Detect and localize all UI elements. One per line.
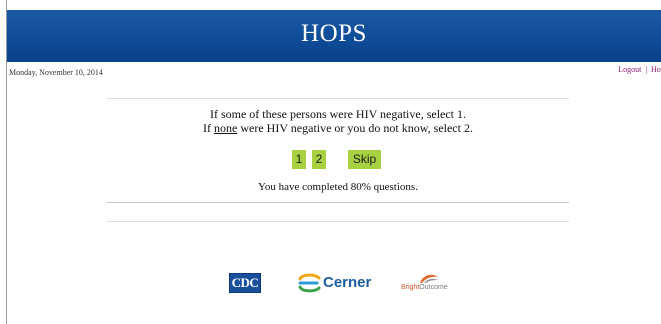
divider-bottom (107, 221, 569, 222)
app-header: HOPS (7, 10, 661, 62)
nav-separator: | (645, 65, 647, 74)
answer-options: 1 2 Skip (0, 150, 661, 169)
question-line-1: If some of these persons were HIV negati… (209, 107, 467, 121)
brightoutcome-leaf-icon (420, 274, 438, 283)
current-date: Monday, November 10, 2014 (9, 68, 103, 77)
brightoutcome-part-1: Bright (401, 284, 420, 291)
top-nav-links: Logout | Hom (618, 65, 661, 74)
home-link[interactable]: Hom (651, 65, 661, 74)
question-text: If some of these persons were HIV negati… (107, 107, 569, 135)
divider-top (107, 98, 569, 99)
question-line-2: If none were HIV negative or you do not … (107, 121, 569, 135)
skip-button[interactable]: Skip (348, 150, 381, 169)
cdc-logo: CDC (229, 273, 261, 293)
question-line-2-suffix: were HIV negative or you do not know, se… (237, 121, 473, 135)
brightoutcome-part-2: Outcome (419, 284, 448, 291)
logout-link[interactable]: Logout (618, 65, 641, 74)
divider-middle (107, 202, 569, 203)
progress-text: You have completed 80% questions. (258, 181, 418, 193)
answer-1-button[interactable]: 1 (292, 150, 306, 169)
cerner-wordmark: Cerner (323, 274, 372, 291)
question-emphasis-none: none (214, 121, 238, 135)
cerner-swoosh-icon (298, 273, 321, 293)
brightoutcome-logo: BrightOutcome (401, 273, 461, 293)
app-title: HOPS (301, 20, 367, 47)
answer-2-button[interactable]: 2 (312, 150, 326, 169)
question-line-2-prefix: If (203, 121, 215, 135)
brightoutcome-wordmark: BrightOutcome (401, 284, 448, 291)
